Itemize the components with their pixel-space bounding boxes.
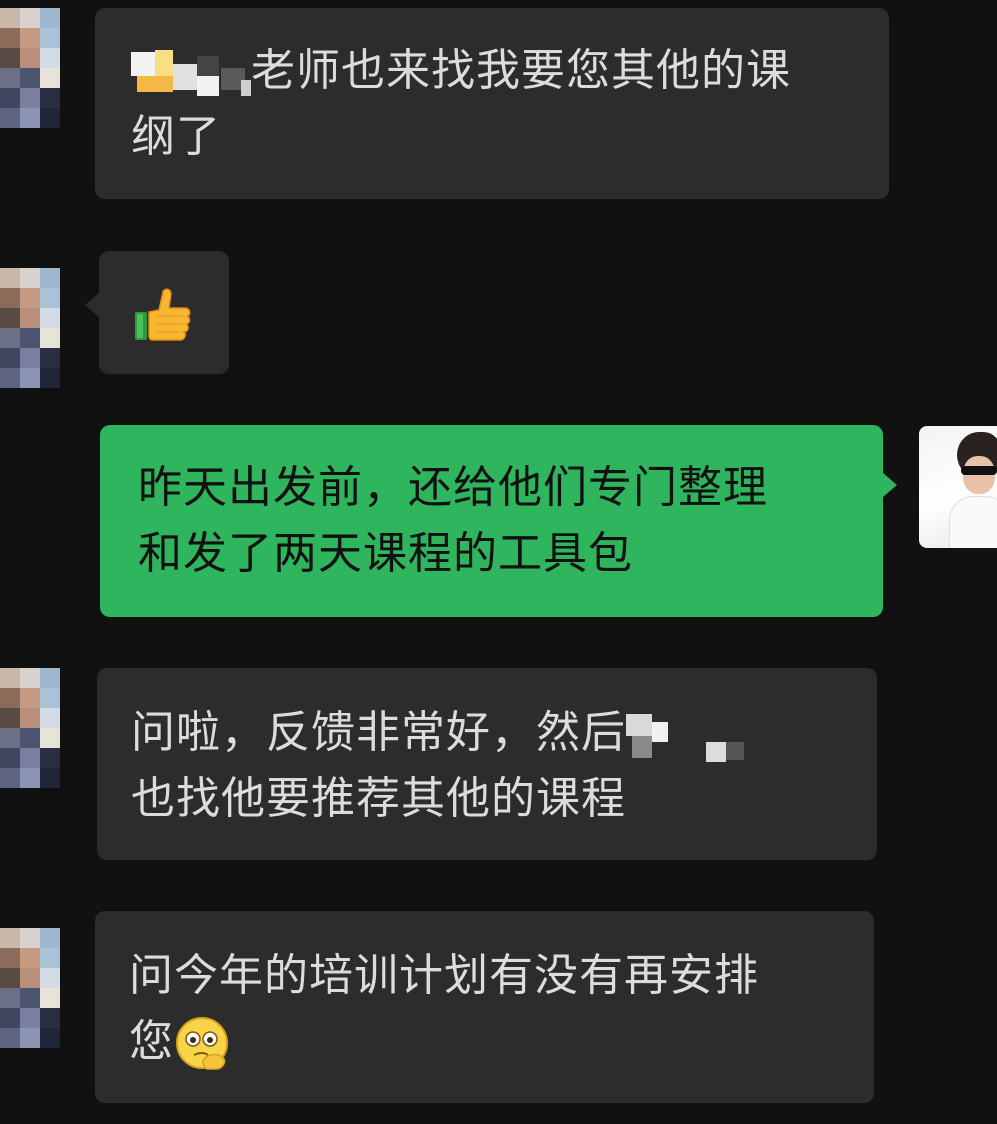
- contact-avatar[interactable]: [0, 668, 60, 796]
- message-text: 昨天出发前，还给他们专门整理: [138, 462, 768, 513]
- message-bubble-incoming[interactable]: [85, 251, 229, 374]
- message-bubble-outgoing[interactable]: 昨天出发前，还给他们专门整理 和发了两天课程的工具包: [100, 425, 897, 617]
- message-text: 问今年的培训计划有没有再安排: [129, 950, 759, 1001]
- message-text-line: 您: [129, 1009, 838, 1075]
- message-bubble-incoming[interactable]: 老师也来找我要您其他的课 纲了: [95, 8, 889, 199]
- message-text-line: 问啦，反馈非常好，然后: [131, 700, 841, 766]
- message-text: 老师也来找我要您其他的课: [251, 45, 791, 96]
- message-bubble-incoming[interactable]: 问今年的培训计划有没有再安排 您: [95, 911, 874, 1103]
- message-text: 也找他要推荐其他的课程: [131, 773, 626, 824]
- message-text: 和发了两天课程的工具包: [138, 528, 633, 579]
- message-text: 纲了: [131, 111, 221, 162]
- redacted-name: [131, 46, 251, 100]
- contact-avatar[interactable]: [0, 8, 60, 136]
- message-text: 问啦，反馈非常好，然后: [131, 707, 626, 758]
- message-bubble-incoming[interactable]: 问啦，反馈非常好，然后 也找他要推荐其他的课程: [97, 668, 877, 860]
- chat-thread: 老师也来找我要您其他的课 纲了 昨天出发前，还给他们专门整理 和发了两天课程的工…: [0, 0, 997, 1124]
- message-text-line: 老师也来找我要您其他的课: [131, 38, 853, 104]
- thinking-face-icon: [176, 1017, 228, 1070]
- contact-avatar[interactable]: [0, 928, 60, 1056]
- redacted-name: [626, 708, 766, 762]
- thumbs-up-icon: [135, 288, 191, 341]
- message-text: 您: [129, 1016, 174, 1067]
- contact-avatar[interactable]: [0, 268, 60, 396]
- user-avatar[interactable]: [919, 426, 997, 548]
